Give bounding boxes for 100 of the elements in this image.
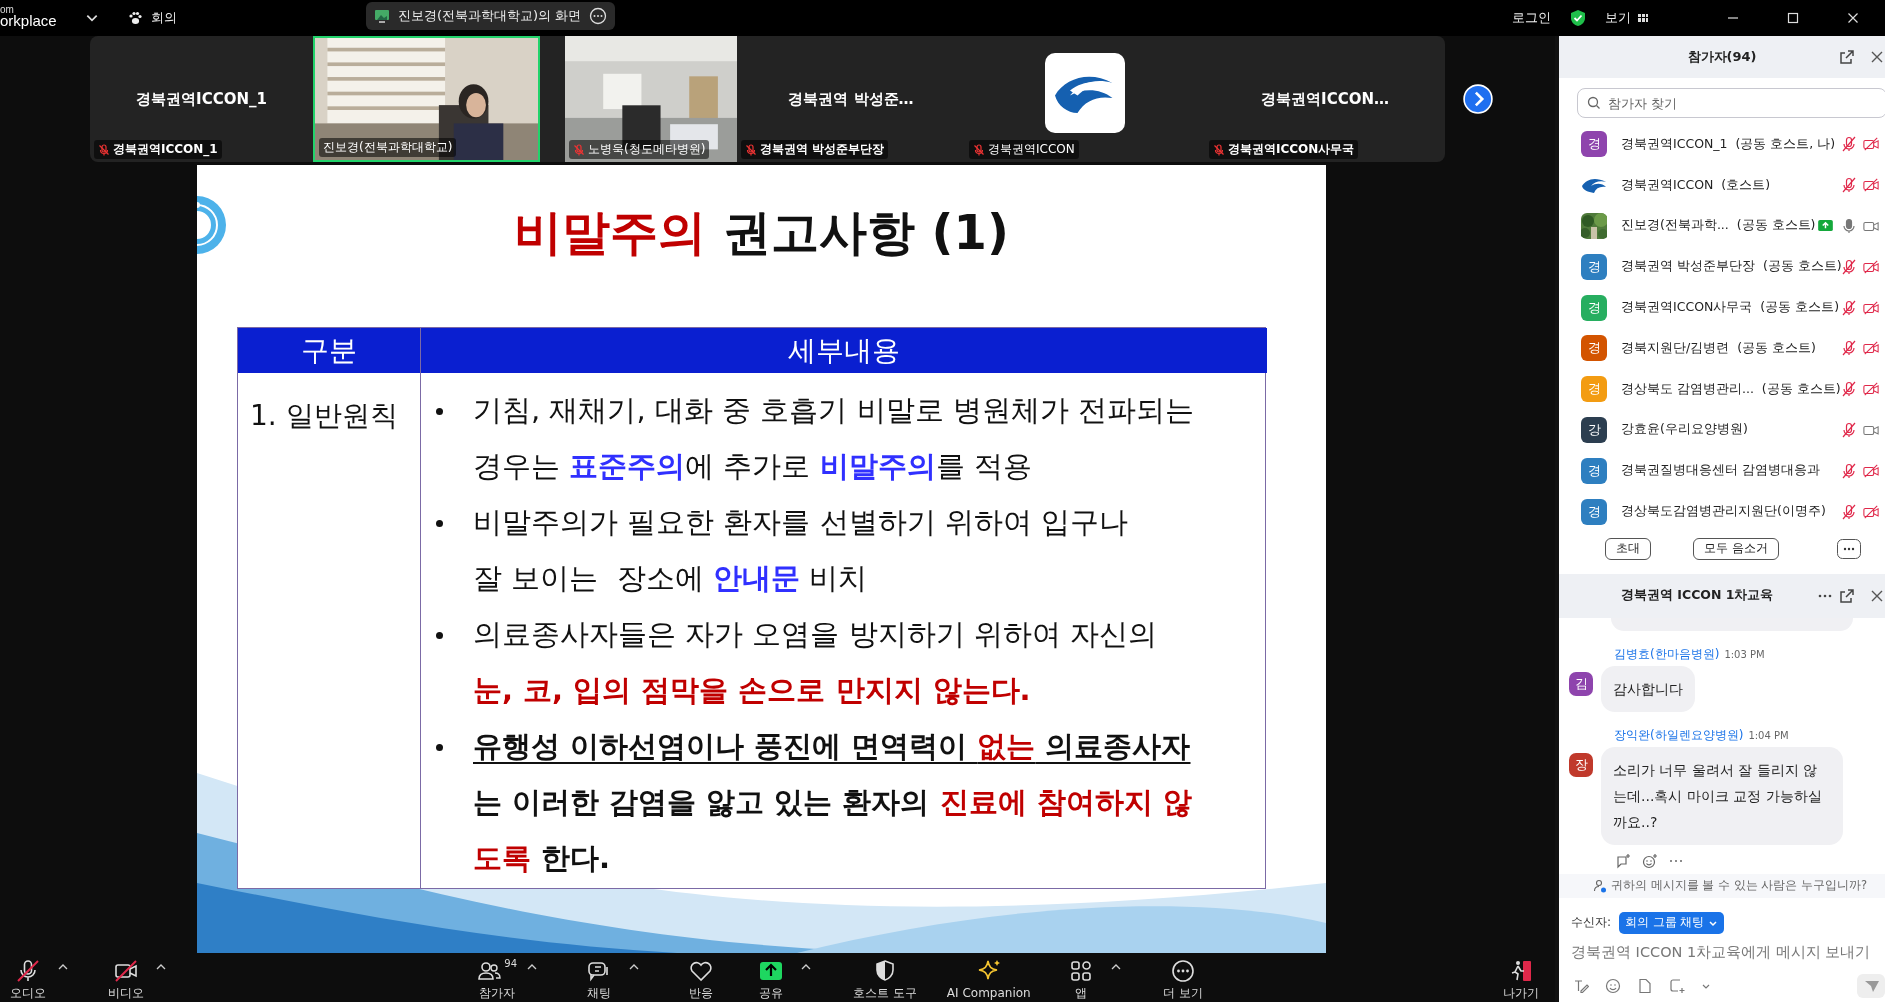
toolbar-button[interactable]: 반응 bbox=[677, 955, 726, 1000]
muted-mic-icon[interactable] bbox=[1841, 299, 1857, 316]
send-icon[interactable] bbox=[1857, 974, 1885, 998]
sender-name[interactable]: 장익완(하일렌요양병원) bbox=[1614, 726, 1744, 744]
muted-mic-icon[interactable] bbox=[1841, 136, 1857, 153]
meeting-menu[interactable]: 회의 bbox=[126, 9, 177, 27]
camera-off-icon[interactable] bbox=[1863, 503, 1879, 520]
camera-off-icon[interactable] bbox=[1863, 258, 1879, 275]
participant-name: 경북권역 박성준… bbox=[788, 89, 914, 109]
participant-row[interactable]: 경 경북지원단/김병련 (공동 호스트) bbox=[1559, 328, 1885, 369]
name-label: 경북권역 박성준부단장 bbox=[741, 140, 889, 159]
muted-mic-icon bbox=[15, 957, 41, 984]
muted-mic-icon[interactable] bbox=[1841, 258, 1857, 275]
muted-mic-icon[interactable] bbox=[1841, 381, 1857, 398]
avatar: 경 bbox=[1581, 335, 1607, 362]
panel-button[interactable]: 모두 음소거 bbox=[1693, 537, 1779, 560]
camera-off-icon[interactable] bbox=[1863, 136, 1879, 153]
monitor-icon bbox=[374, 8, 390, 24]
caret-icon[interactable] bbox=[1110, 962, 1121, 971]
participant-name: 진보경(전북과학... (공동 호스트) bbox=[1621, 217, 1817, 235]
bullet-text: 기침, 재채기, 대화 중 호흡기 비말로 병원체가 전파되는 경우는 표준주의에 추가로 비말주의 를 적용 bbox=[473, 392, 1194, 485]
emoji-icon[interactable] bbox=[1642, 852, 1658, 869]
video-tile[interactable]: 진보경(전북과학대학교) bbox=[313, 36, 540, 162]
panel-title: 참가자(94) bbox=[1687, 48, 1757, 66]
participant-name: 경북권역ICCON사무국 (공동 호스트) bbox=[1621, 299, 1841, 317]
participant-name: 경북권역ICCON (호스트) bbox=[1621, 176, 1772, 194]
more-icon[interactable] bbox=[1836, 538, 1861, 559]
participant-row[interactable]: 경 경북권역ICCON_1 (공동 호스트, 나) bbox=[1559, 124, 1885, 165]
emoji-icon[interactable] bbox=[1605, 978, 1621, 994]
toolbar-button[interactable]: 비디오 bbox=[102, 955, 150, 1000]
caret-icon[interactable] bbox=[527, 962, 538, 971]
bullet-text: 의료종사자들은 자가 오염을 방지하기 위하여 자신의 눈, 코, 입의 점막을 손으로 만지지 않는다. bbox=[473, 616, 1158, 709]
next-page-button[interactable] bbox=[1463, 84, 1493, 114]
muted-mic-icon[interactable] bbox=[1841, 503, 1857, 520]
bullet-icon bbox=[436, 520, 443, 527]
participant-row[interactable]: 경 경상북도감염병관리지원단(이명주) bbox=[1559, 491, 1885, 532]
camera-off-icon[interactable] bbox=[1863, 462, 1879, 479]
sign-in-link[interactable]: 로그인 bbox=[1512, 9, 1551, 27]
view-button[interactable]: 보기 bbox=[1605, 9, 1649, 27]
video-tile[interactable]: 노병욱(청도메타병원) bbox=[565, 36, 737, 162]
pop-out-icon[interactable] bbox=[1839, 587, 1855, 604]
sender-name[interactable]: 김병효(한마음병원) bbox=[1614, 645, 1720, 663]
recipient-dropdown[interactable]: 회의 그룹 채팅 bbox=[1619, 911, 1725, 934]
participant-row[interactable]: 진보경(전북과학... (공동 호스트) bbox=[1559, 205, 1885, 247]
wave-logo-icon bbox=[1045, 53, 1125, 133]
message-time: 1:04 PM bbox=[1748, 729, 1789, 741]
app-name: orkplace bbox=[0, 12, 57, 28]
muted-mic-icon[interactable] bbox=[1841, 177, 1857, 194]
toolbar-button[interactable]: 94 참가자 bbox=[472, 955, 522, 1000]
video-tile[interactable]: 경북권역ICCON bbox=[965, 36, 1205, 162]
participant-row[interactable]: 강 강효윤(우리요양병원) bbox=[1559, 409, 1885, 451]
toolbar-button[interactable]: 공유 bbox=[747, 955, 796, 1000]
participant-row[interactable]: 경 경북권질병대응센터 감염병대응과 bbox=[1559, 450, 1885, 492]
caret-icon[interactable] bbox=[58, 962, 68, 971]
pop-out-icon[interactable] bbox=[1839, 49, 1855, 65]
grid-icon bbox=[1637, 12, 1649, 24]
panel-button[interactable]: 초대 bbox=[1605, 537, 1651, 560]
avatar: 김 bbox=[1569, 671, 1593, 696]
recipient-label: 수신자: bbox=[1571, 914, 1612, 932]
screenshot-icon[interactable] bbox=[1669, 978, 1685, 994]
camera-off-icon[interactable] bbox=[1863, 381, 1879, 398]
avatar: 경 bbox=[1581, 253, 1607, 280]
video-tile[interactable]: 경북권역ICCON… 경북권역ICCON사무국 bbox=[1205, 36, 1445, 162]
participant-row[interactable]: 경 경북권역ICCON사무국 (공동 호스트) bbox=[1559, 287, 1885, 328]
camera-off-icon[interactable] bbox=[1863, 177, 1879, 194]
shield-check-icon[interactable] bbox=[1569, 9, 1587, 27]
video-tile[interactable]: 경북권역ICCON_1 경북권역ICCON_1 bbox=[90, 36, 313, 162]
participant-name: 경북지원단/김병련 (공동 호스트) bbox=[1621, 339, 1817, 357]
toolbar-button[interactable]: 채팅 bbox=[575, 955, 624, 1000]
participant-name: 경북권역ICCON… bbox=[1261, 89, 1389, 109]
caret-icon[interactable] bbox=[156, 962, 166, 971]
camera-off-icon[interactable] bbox=[1863, 299, 1879, 316]
mic-icon[interactable] bbox=[1841, 218, 1857, 234]
search-field[interactable]: 참가자 찾기 bbox=[1577, 88, 1885, 118]
toolbar-button[interactable]: 나가기 bbox=[1497, 955, 1545, 1000]
video-tile[interactable]: 경북권역 박성준… 경북권역 박성준부단장 bbox=[737, 36, 965, 162]
reply-icon[interactable] bbox=[1616, 852, 1632, 869]
toolbar-button[interactable]: 오디오 bbox=[4, 955, 52, 1000]
participant-row[interactable]: 경 경북권역 박성준부단장 (공동 호스트) bbox=[1559, 246, 1885, 288]
camera-off-icon[interactable] bbox=[1863, 340, 1879, 357]
toolbar-button[interactable]: 더 보기 bbox=[1158, 955, 1207, 1000]
participant-row[interactable]: 경 경상북도 감염병관리... (공동 호스트) bbox=[1559, 368, 1885, 410]
toolbar-button[interactable]: 호스트 도구 bbox=[849, 955, 921, 1000]
participant-row[interactable]: 경북권역ICCON (호스트) bbox=[1559, 164, 1885, 206]
toolbar-button[interactable]: 앱 bbox=[1056, 955, 1105, 1000]
screen-share-indicator[interactable]: 진보경(전북과학대학교)의 화면 bbox=[366, 2, 616, 30]
caret-icon[interactable] bbox=[801, 962, 812, 971]
format-icon[interactable] bbox=[1573, 978, 1589, 994]
file-icon[interactable] bbox=[1637, 978, 1653, 994]
caret-icon[interactable] bbox=[629, 962, 640, 971]
close-icon[interactable] bbox=[1871, 589, 1883, 602]
muted-mic-icon[interactable] bbox=[1841, 421, 1857, 438]
participant-name: 경상북도감염병관리지원단(이명주) bbox=[1621, 503, 1827, 521]
muted-mic-icon[interactable] bbox=[1841, 462, 1857, 479]
participant-name: 경북권역 박성준부단장 (공동 호스트) bbox=[1621, 258, 1841, 276]
avatar: 강 bbox=[1581, 416, 1607, 443]
close-icon[interactable] bbox=[1871, 51, 1883, 63]
maximize-icon[interactable] bbox=[1787, 12, 1799, 24]
toolbar-button[interactable]: AI Companion bbox=[942, 955, 1035, 1000]
muted-mic-icon[interactable] bbox=[1841, 340, 1857, 357]
